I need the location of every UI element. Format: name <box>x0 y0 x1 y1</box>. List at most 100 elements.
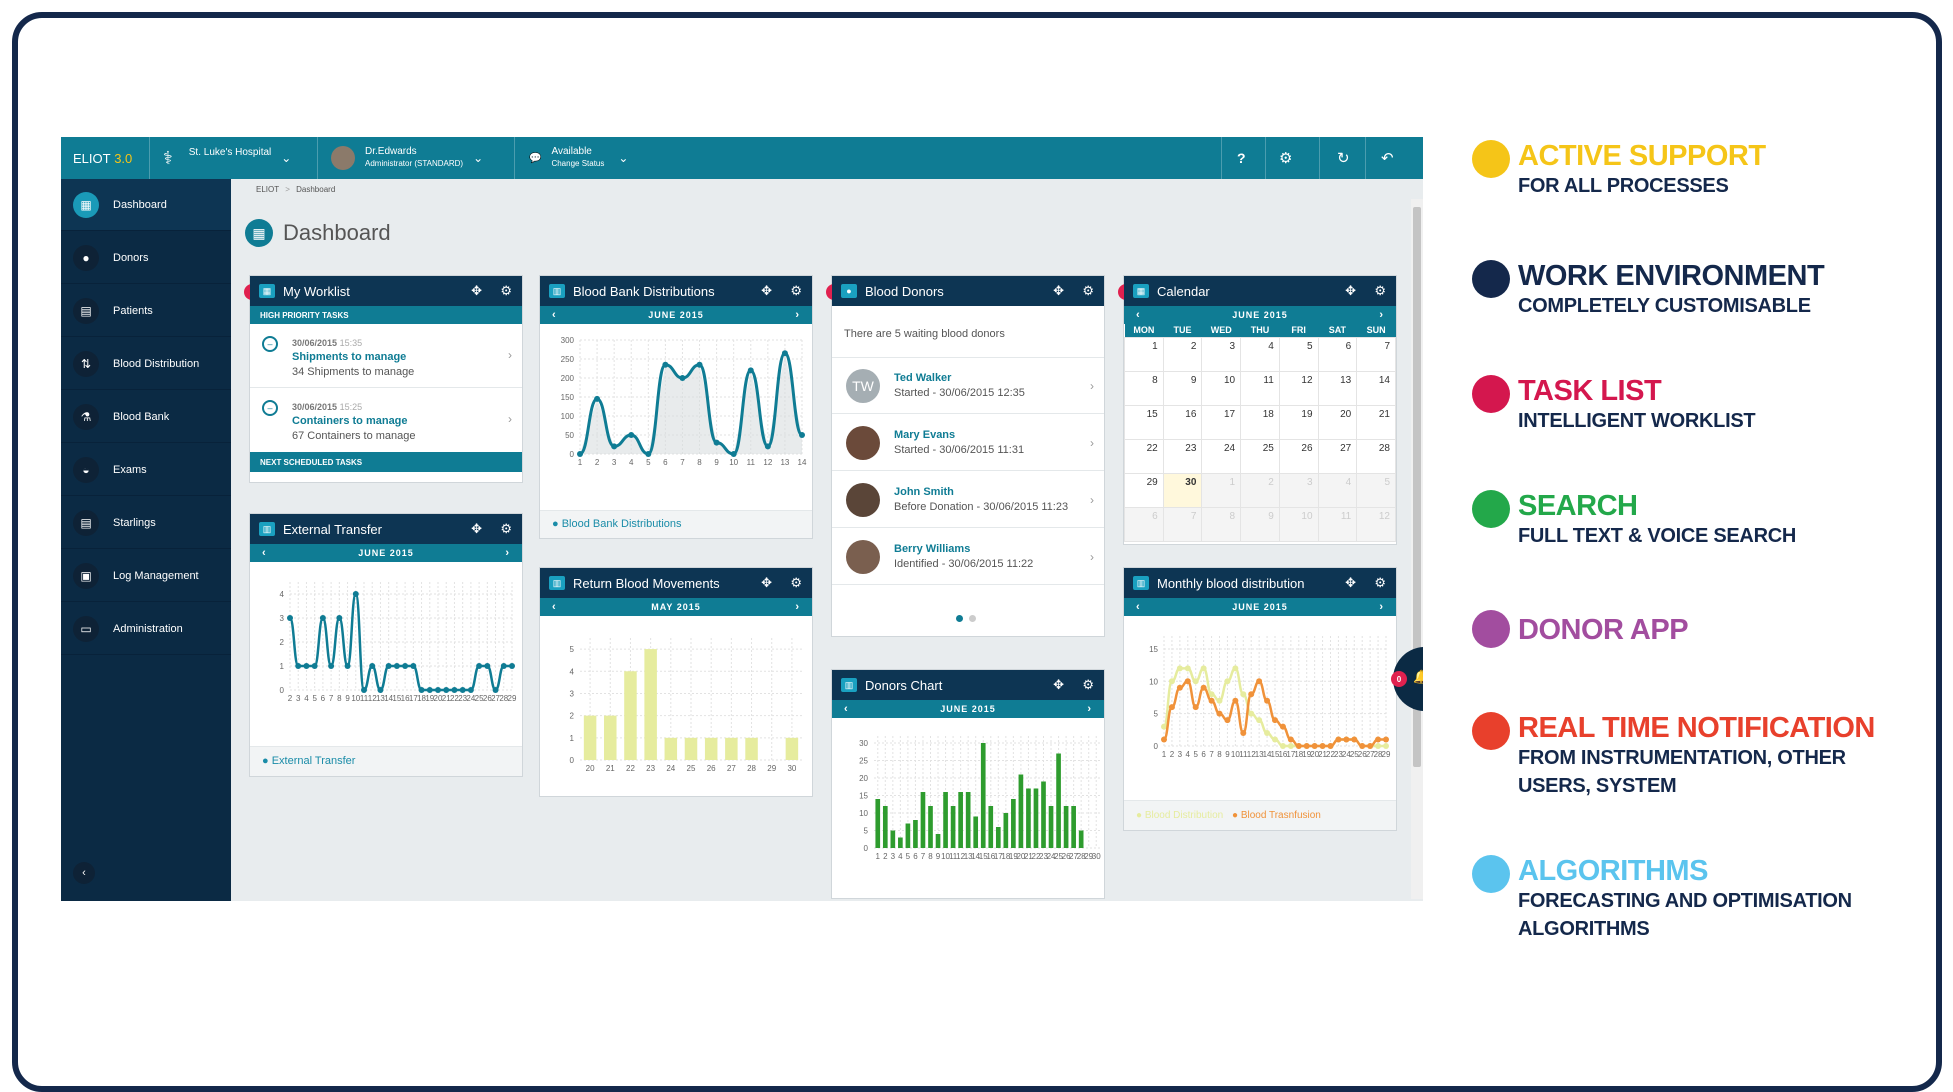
donor-item[interactable]: Berry Williams Identified - 30/06/2015 11… <box>832 529 1104 585</box>
calendar-day[interactable]: 9 <box>1162 370 1203 406</box>
hospital-selector[interactable]: ⚕ St. Luke's Hospital ⌄ <box>163 137 291 179</box>
breadcrumb-root[interactable]: ELIOT <box>256 185 279 194</box>
calendar-day[interactable]: 1 <box>1201 472 1242 508</box>
calendar-day[interactable]: 8 <box>1124 370 1164 406</box>
status-selector[interactable]: 💬 Available Change Status ⌄ <box>529 137 628 179</box>
calendar-day[interactable]: 2 <box>1162 336 1203 372</box>
user-menu[interactable]: Dr.Edwards Administrator (STANDARD) ⌄ <box>331 137 483 179</box>
calendar-day[interactable]: 10 <box>1278 506 1319 542</box>
calendar-day[interactable]: 7 <box>1356 336 1396 372</box>
calendar-day[interactable]: 3 <box>1201 336 1242 372</box>
calendar-day[interactable]: 4 <box>1317 472 1358 508</box>
gear-icon[interactable]: ⚙ <box>790 276 802 306</box>
sidebar-item-exams[interactable]: ◒ Exams <box>61 444 231 496</box>
sidebar-item-donors[interactable]: ● Donors <box>61 232 231 284</box>
calendar-day[interactable]: 2 <box>1240 472 1280 508</box>
calendar-day[interactable]: 22 <box>1124 438 1164 474</box>
gear-icon[interactable]: ⚙ <box>1082 670 1094 700</box>
help-icon[interactable]: ? <box>1237 137 1246 179</box>
gear-icon[interactable]: ⚙ <box>1374 568 1386 598</box>
scrollbar[interactable] <box>1411 199 1423 899</box>
prev-month-icon[interactable]: ‹ <box>262 547 267 559</box>
move-icon[interactable]: ✥ <box>1053 670 1064 700</box>
calendar-day[interactable]: 11 <box>1317 506 1358 542</box>
sidebar-item-blood-distribution[interactable]: ⇅ Blood Distribution <box>61 338 231 390</box>
task-item[interactable]: – 30/06/2015 15:25 Containers to manage … <box>250 388 522 452</box>
sidebar-item-dashboard[interactable]: ▦ Dashboard <box>61 179 231 231</box>
calendar-day[interactable]: 20 <box>1317 404 1358 440</box>
calendar-day[interactable]: 19 <box>1278 404 1319 440</box>
next-month-icon[interactable]: › <box>1087 703 1092 715</box>
calendar-day[interactable]: 13 <box>1317 370 1358 406</box>
calendar-day[interactable]: 7 <box>1162 506 1203 542</box>
next-month-icon[interactable]: › <box>1379 309 1384 321</box>
donor-item[interactable]: Mary Evans Started - 30/06/2015 11:31 › <box>832 415 1104 471</box>
calendar-day[interactable]: 14 <box>1356 370 1396 406</box>
calendar-day[interactable]: 30 <box>1162 472 1203 508</box>
sidebar-item-blood-bank[interactable]: ⚗ Blood Bank <box>61 391 231 443</box>
calendar-day[interactable]: 3 <box>1278 472 1319 508</box>
collapse-sidebar-icon[interactable]: ‹ <box>73 862 95 884</box>
calendar-day[interactable]: 12 <box>1278 370 1319 406</box>
pager-dots[interactable] <box>956 615 976 622</box>
move-icon[interactable]: ✥ <box>471 514 482 544</box>
calendar-day[interactable]: 29 <box>1124 472 1164 508</box>
move-icon[interactable]: ✥ <box>471 276 482 306</box>
prev-month-icon[interactable]: ‹ <box>552 309 557 321</box>
gear-icon[interactable]: ⚙ <box>1082 276 1094 306</box>
calendar-day[interactable]: 24 <box>1201 438 1242 474</box>
sidebar-item-starlings[interactable]: ▤ Starlings <box>61 497 231 549</box>
calendar-day[interactable]: 10 <box>1201 370 1242 406</box>
next-month-icon[interactable]: › <box>1379 601 1384 613</box>
donor-item[interactable]: John Smith Before Donation - 30/06/2015 1… <box>832 472 1104 528</box>
move-icon[interactable]: ✥ <box>761 568 772 598</box>
notification-tab[interactable]: 0 🔔 <box>1391 647 1423 711</box>
calendar-day[interactable]: 9 <box>1240 506 1280 542</box>
calendar-day[interactable]: 1 <box>1124 336 1164 372</box>
move-icon[interactable]: ✥ <box>1053 276 1064 306</box>
sidebar-item-patients[interactable]: ▤ Patients <box>61 285 231 337</box>
prev-month-icon[interactable]: ‹ <box>1136 309 1141 321</box>
calendar-day[interactable]: 21 <box>1356 404 1396 440</box>
gear-icon[interactable]: ⚙ <box>500 514 512 544</box>
calendar-day[interactable]: 23 <box>1162 438 1203 474</box>
pager-dot-active[interactable] <box>956 615 963 622</box>
task-item[interactable]: – 30/06/2015 15:35 Shipments to manage 3… <box>250 324 522 388</box>
calendar-day[interactable]: 11 <box>1240 370 1280 406</box>
move-icon[interactable]: ✥ <box>1345 568 1356 598</box>
calendar-day[interactable]: 8 <box>1201 506 1242 542</box>
gear-icon[interactable]: ⚙ <box>790 568 802 598</box>
calendar-day[interactable]: 5 <box>1278 336 1319 372</box>
calendar-day[interactable]: 4 <box>1240 336 1280 372</box>
calendar-day[interactable]: 27 <box>1317 438 1358 474</box>
app-logo[interactable]: ELIOT 3.0 <box>73 137 132 179</box>
next-month-icon[interactable]: › <box>795 309 800 321</box>
calendar-day[interactable]: 18 <box>1240 404 1280 440</box>
calendar-day[interactable]: 16 <box>1162 404 1203 440</box>
next-month-icon[interactable]: › <box>505 547 510 559</box>
donor-item[interactable]: TW Ted Walker Started - 30/06/2015 12:35 … <box>832 358 1104 414</box>
calendar-day[interactable]: 12 <box>1356 506 1396 542</box>
calendar-day[interactable]: 6 <box>1317 336 1358 372</box>
prev-month-icon[interactable]: ‹ <box>844 703 849 715</box>
move-icon[interactable]: ✥ <box>1345 276 1356 306</box>
calendar-day[interactable]: 26 <box>1278 438 1319 474</box>
prev-month-icon[interactable]: ‹ <box>552 601 557 613</box>
gear-icon[interactable]: ⚙ <box>500 276 512 306</box>
logout-icon[interactable]: ↶ <box>1381 137 1394 179</box>
sidebar-item-administration[interactable]: ▭ Administration <box>61 603 231 655</box>
settings-icon[interactable]: ⚙ <box>1279 137 1292 179</box>
calendar-day[interactable]: 5 <box>1356 472 1396 508</box>
pager-dot[interactable] <box>969 615 976 622</box>
sidebar-item-log-management[interactable]: ▣ Log Management <box>61 550 231 602</box>
calendar-day[interactable]: 6 <box>1124 506 1164 542</box>
calendar-day[interactable]: 25 <box>1240 438 1280 474</box>
next-month-icon[interactable]: › <box>795 601 800 613</box>
refresh-icon[interactable]: ↻ <box>1337 137 1350 179</box>
calendar-day[interactable]: 17 <box>1201 404 1242 440</box>
move-icon[interactable]: ✥ <box>761 276 772 306</box>
calendar-day[interactable]: 15 <box>1124 404 1164 440</box>
calendar-day[interactable]: 28 <box>1356 438 1396 474</box>
prev-month-icon[interactable]: ‹ <box>1136 601 1141 613</box>
gear-icon[interactable]: ⚙ <box>1374 276 1386 306</box>
